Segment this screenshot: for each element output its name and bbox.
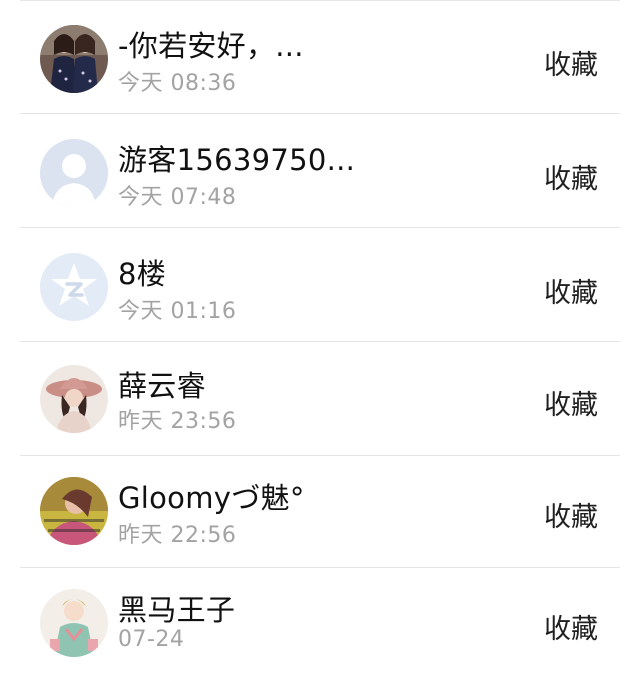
- star-badge-avatar-icon: [40, 253, 108, 321]
- default-person-avatar-icon: [40, 139, 108, 207]
- timestamp: 今天 07:48: [118, 185, 237, 210]
- timestamp: 今天 01:16: [118, 299, 237, 324]
- avatar[interactable]: [40, 589, 108, 657]
- favorite-button[interactable]: 收藏: [544, 383, 598, 422]
- favorite-list: -你若安好，... 今天 08:36 收藏 游客15639750... 今天 0…: [0, 0, 640, 679]
- divider: [20, 341, 620, 342]
- user-name: 薛云睿: [118, 369, 206, 403]
- avatar[interactable]: [40, 25, 108, 93]
- avatar[interactable]: [40, 365, 108, 433]
- favorite-button[interactable]: 收藏: [544, 157, 598, 196]
- list-item[interactable]: Gloomyづ魅° 昨天 22:56 收藏: [0, 455, 640, 568]
- favorite-button[interactable]: 收藏: [544, 271, 598, 310]
- favorite-button[interactable]: 收藏: [544, 43, 598, 82]
- list-item[interactable]: 8楼 今天 01:16 收藏: [0, 229, 640, 342]
- photo-avatar-illustration-icon: [40, 589, 108, 657]
- divider: [20, 227, 620, 228]
- avatar[interactable]: [40, 253, 108, 321]
- user-name: 8楼: [118, 257, 167, 291]
- timestamp: 07-24: [118, 627, 185, 652]
- favorite-button[interactable]: 收藏: [544, 495, 598, 534]
- favorite-button[interactable]: 收藏: [544, 607, 598, 646]
- list-item[interactable]: -你若安好，... 今天 08:36 收藏: [0, 1, 640, 114]
- divider: [20, 113, 620, 114]
- photo-avatar-girl-hat-icon: [40, 365, 108, 433]
- photo-avatar-two-girls-icon: [40, 25, 108, 93]
- list-item[interactable]: 黑马王子 07-24 收藏: [0, 567, 640, 679]
- avatar[interactable]: [40, 477, 108, 545]
- list-item[interactable]: 薛云睿 昨天 23:56 收藏: [0, 343, 640, 456]
- user-name: 黑马王子: [118, 593, 236, 627]
- user-name: -你若安好，...: [118, 29, 304, 63]
- avatar[interactable]: [40, 139, 108, 207]
- user-name: 游客15639750...: [118, 143, 356, 177]
- list-item[interactable]: 游客15639750... 今天 07:48 收藏: [0, 115, 640, 228]
- timestamp: 昨天 22:56: [118, 523, 237, 548]
- photo-avatar-girl-yellow-icon: [40, 477, 108, 545]
- user-name: Gloomyづ魅°: [118, 481, 305, 515]
- timestamp: 今天 08:36: [118, 71, 237, 96]
- timestamp: 昨天 23:56: [118, 409, 237, 434]
